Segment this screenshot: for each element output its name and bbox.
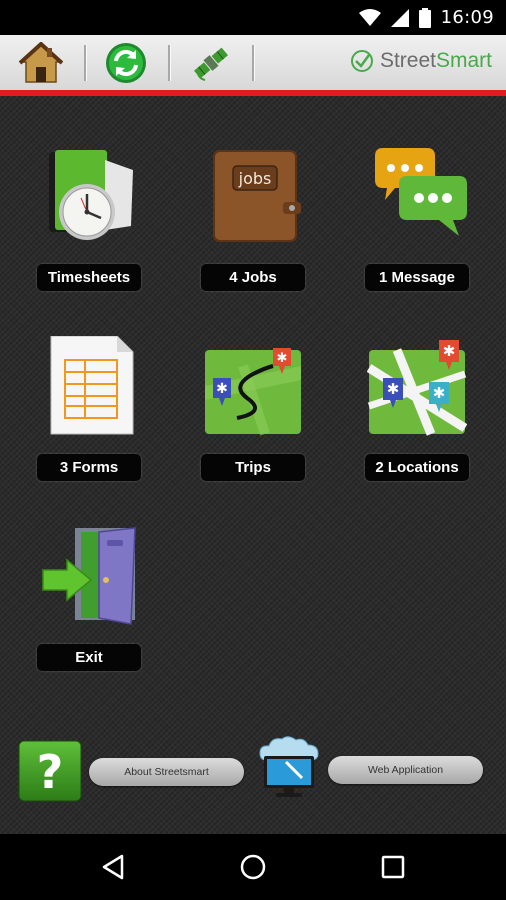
tile-exit[interactable]: Exit <box>34 526 144 686</box>
svg-text:✱: ✱ <box>387 380 400 398</box>
back-icon <box>102 854 124 880</box>
wifi-icon <box>358 8 381 26</box>
checkmark-icon <box>350 50 373 72</box>
tile-trips[interactable]: ✱ ✱ Trips <box>198 336 308 496</box>
status-icons: 16:09 <box>358 0 494 35</box>
sync-icon <box>106 43 146 83</box>
signal-icon <box>390 8 409 27</box>
tile-timesheets[interactable]: Timesheets <box>34 146 144 306</box>
tile-messages[interactable]: 1 Message <box>362 146 472 306</box>
main-grid: Timesheets jobs 4 Jobs 1 Message 3 Forms… <box>0 96 506 834</box>
svg-text:jobs: jobs <box>238 169 272 188</box>
battery-icon <box>418 7 431 28</box>
form-document-icon <box>50 336 134 435</box>
tile-label: 1 Message <box>365 264 469 291</box>
help-button[interactable]: ? <box>18 740 82 802</box>
svg-text:?: ? <box>37 745 64 799</box>
chat-bubbles-icon <box>375 148 467 236</box>
recents-icon <box>381 855 405 879</box>
tile-label: 3 Forms <box>37 454 141 481</box>
timesheet-clock-icon <box>49 150 133 240</box>
web-application-button[interactable]: Web Application <box>328 756 483 784</box>
system-nav-bar <box>0 834 506 900</box>
tile-locations[interactable]: ✱ ✱ ✱ 2 Locations <box>362 336 472 496</box>
back-button[interactable] <box>96 850 130 884</box>
tile-label: Exit <box>37 644 141 671</box>
jobs-wallet-icon: jobs <box>213 150 301 242</box>
svg-text:✱: ✱ <box>443 342 456 360</box>
brand-smart: Smart <box>435 49 492 72</box>
gps-button[interactable] <box>189 41 233 85</box>
tile-forms[interactable]: 3 Forms <box>34 336 144 496</box>
app-toolbar: StreetSmart <box>0 35 506 90</box>
about-streetsmart-button[interactable]: About Streetsmart <box>89 758 244 786</box>
help-icon: ? <box>18 740 82 802</box>
brand-logo: StreetSmart <box>350 49 492 73</box>
tile-label: 2 Locations <box>365 454 469 481</box>
svg-text:✱: ✱ <box>216 381 228 397</box>
tile-label: Timesheets <box>37 264 141 291</box>
satellite-icon <box>193 47 229 81</box>
home-circle-icon <box>240 854 266 880</box>
brand-street: Street <box>379 49 436 72</box>
home-nav-button[interactable] <box>236 850 270 884</box>
web-application-icon-button[interactable] <box>256 734 322 800</box>
svg-text:✱: ✱ <box>277 351 288 366</box>
status-bar: 16:09 <box>0 0 506 35</box>
status-time: 16:09 <box>440 7 494 28</box>
locations-map-icon: ✱ ✱ ✱ <box>367 340 467 436</box>
tile-label: 4 Jobs <box>201 264 305 291</box>
cloud-computer-icon <box>259 736 319 797</box>
tile-jobs[interactable]: jobs 4 Jobs <box>198 146 308 306</box>
home-icon <box>19 42 63 83</box>
svg-text:✱: ✱ <box>433 384 446 402</box>
exit-door-icon <box>42 527 136 625</box>
trips-map-icon: ✱ ✱ <box>205 348 301 436</box>
recents-button[interactable] <box>376 850 410 884</box>
tile-label: Trips <box>201 454 305 481</box>
sync-button[interactable] <box>104 41 148 85</box>
home-button[interactable] <box>19 41 63 85</box>
